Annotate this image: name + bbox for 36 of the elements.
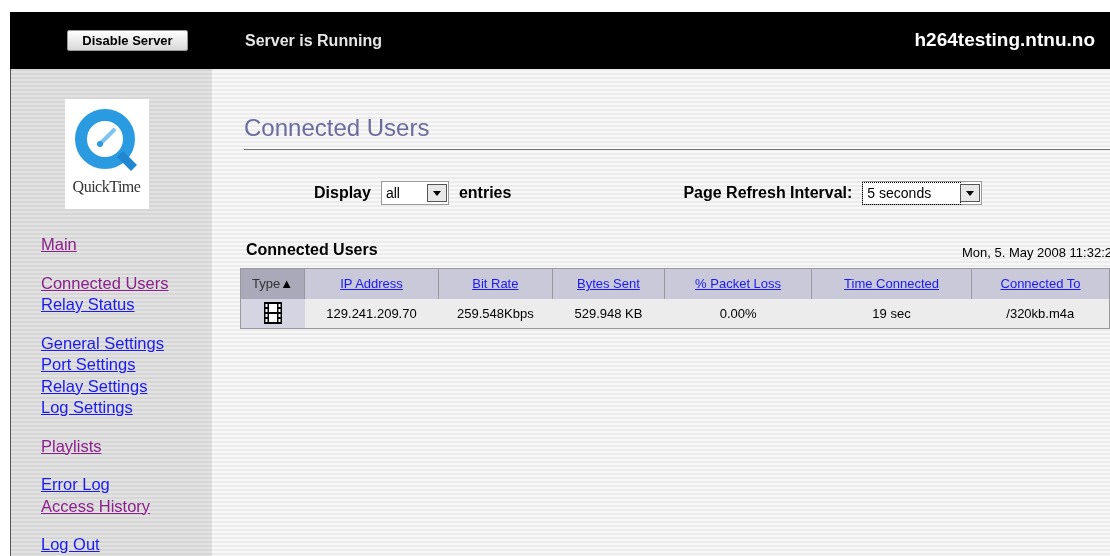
nav-link[interactable]: Port Settings xyxy=(41,354,136,376)
page-title: Connected Users xyxy=(244,114,431,142)
column-header[interactable]: % Packet Loss xyxy=(664,268,812,299)
nav-link[interactable]: Relay Settings xyxy=(41,375,148,397)
nav-link[interactable]: Connected Users xyxy=(41,272,169,294)
table-cell: 0.00% xyxy=(664,298,812,329)
display-label: Display xyxy=(314,183,371,203)
disable-server-button[interactable]: Disable Server xyxy=(67,30,188,51)
nav-link[interactable]: General Settings xyxy=(41,332,164,354)
server-status: Server is Running xyxy=(245,30,382,51)
refresh-label: Page Refresh Interval: xyxy=(683,183,853,203)
column-header[interactable]: Connected To xyxy=(971,268,1110,299)
table-cell: 19 sec xyxy=(811,298,972,329)
table-cell: /320kb.m4a xyxy=(971,298,1110,329)
nav-link[interactable]: Log Settings xyxy=(41,397,133,419)
nav-link[interactable]: Relay Status xyxy=(41,294,135,316)
table-cell: 129.241.209.70 xyxy=(304,298,439,329)
column-header[interactable]: Time Connected xyxy=(811,268,972,299)
film-icon xyxy=(263,302,282,325)
column-header[interactable]: Type▲ xyxy=(240,268,305,299)
refresh-interval-select[interactable]: 5 seconds xyxy=(862,181,983,205)
nav-link[interactable]: Log Out xyxy=(41,534,100,556)
nav-link[interactable]: Playlists xyxy=(41,435,102,457)
column-header[interactable]: Bytes Sent xyxy=(552,268,665,299)
logo-text: QuickTime xyxy=(72,177,141,197)
host-name: h264testing.ntnu.no xyxy=(914,28,1095,53)
table-cell: 529.948 KB xyxy=(552,298,665,329)
entries-label: entries xyxy=(458,183,512,203)
column-header[interactable]: IP Address xyxy=(304,268,439,299)
entries-select[interactable]: all xyxy=(380,181,449,205)
column-header[interactable]: Bit Rate xyxy=(438,268,553,299)
nav-link[interactable]: Access History xyxy=(41,495,151,517)
table-title: Connected Users xyxy=(246,240,378,260)
table-cell: 259.548Kbps xyxy=(438,298,553,329)
nav-link[interactable]: Error Log xyxy=(41,474,110,496)
nav-link[interactable]: Main xyxy=(41,234,77,256)
